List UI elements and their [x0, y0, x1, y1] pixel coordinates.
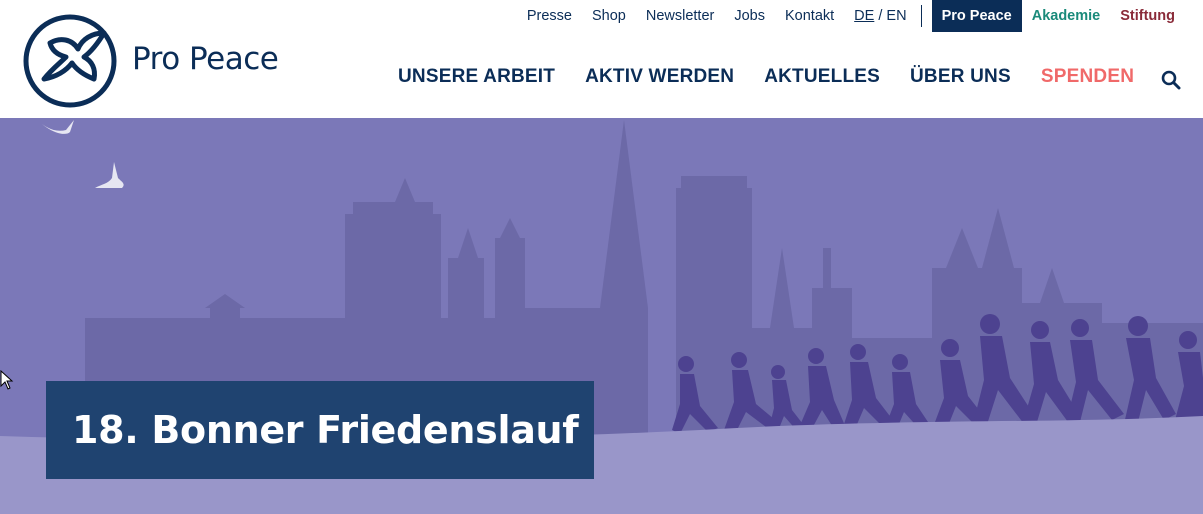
- lang-separator: /: [874, 8, 887, 24]
- search-icon[interactable]: [1161, 70, 1181, 90]
- nav-ueber-uns[interactable]: ÜBER UNS: [910, 66, 1011, 88]
- main-nav: UNSERE ARBEIT AKTIV WERDEN AKTUELLES ÜBE…: [398, 66, 1164, 88]
- util-link-jobs[interactable]: Jobs: [734, 8, 765, 24]
- nav-aktuelles[interactable]: AKTUELLES: [764, 66, 880, 88]
- util-link-newsletter[interactable]: Newsletter: [646, 8, 715, 24]
- lang-de[interactable]: DE: [854, 8, 874, 24]
- language-switcher: DE / EN: [854, 8, 906, 24]
- nav-unsere-arbeit[interactable]: UNSERE ARBEIT: [398, 66, 555, 88]
- utility-nav: Presse Shop Newsletter Jobs Kontakt DE /…: [517, 0, 1203, 32]
- hero-title: 18. Bonner Friedenslauf: [72, 408, 579, 452]
- pro-peace-logo[interactable]: Pro Peace: [20, 9, 290, 109]
- dove-globe-icon: [23, 14, 117, 108]
- tab-pro-peace[interactable]: Pro Peace: [931, 0, 1022, 32]
- util-link-kontakt[interactable]: Kontakt: [785, 8, 834, 24]
- logo-wordmark: Pro Peace: [132, 41, 279, 77]
- hero-title-box: 18. Bonner Friedenslauf: [46, 381, 594, 479]
- tab-akademie[interactable]: Akademie: [1022, 0, 1111, 32]
- mouse-cursor-icon: [0, 370, 14, 390]
- lang-en[interactable]: EN: [886, 8, 906, 24]
- site-header: Pro Peace Presse Shop Newsletter Jobs Ko…: [0, 0, 1203, 118]
- divider: [920, 5, 922, 27]
- tab-stiftung[interactable]: Stiftung: [1110, 0, 1185, 32]
- util-link-shop[interactable]: Shop: [592, 8, 626, 24]
- nav-spenden[interactable]: SPENDEN: [1041, 66, 1134, 88]
- doves: [42, 120, 124, 188]
- nav-aktiv-werden[interactable]: AKTIV WERDEN: [585, 66, 734, 88]
- util-link-presse[interactable]: Presse: [527, 8, 572, 24]
